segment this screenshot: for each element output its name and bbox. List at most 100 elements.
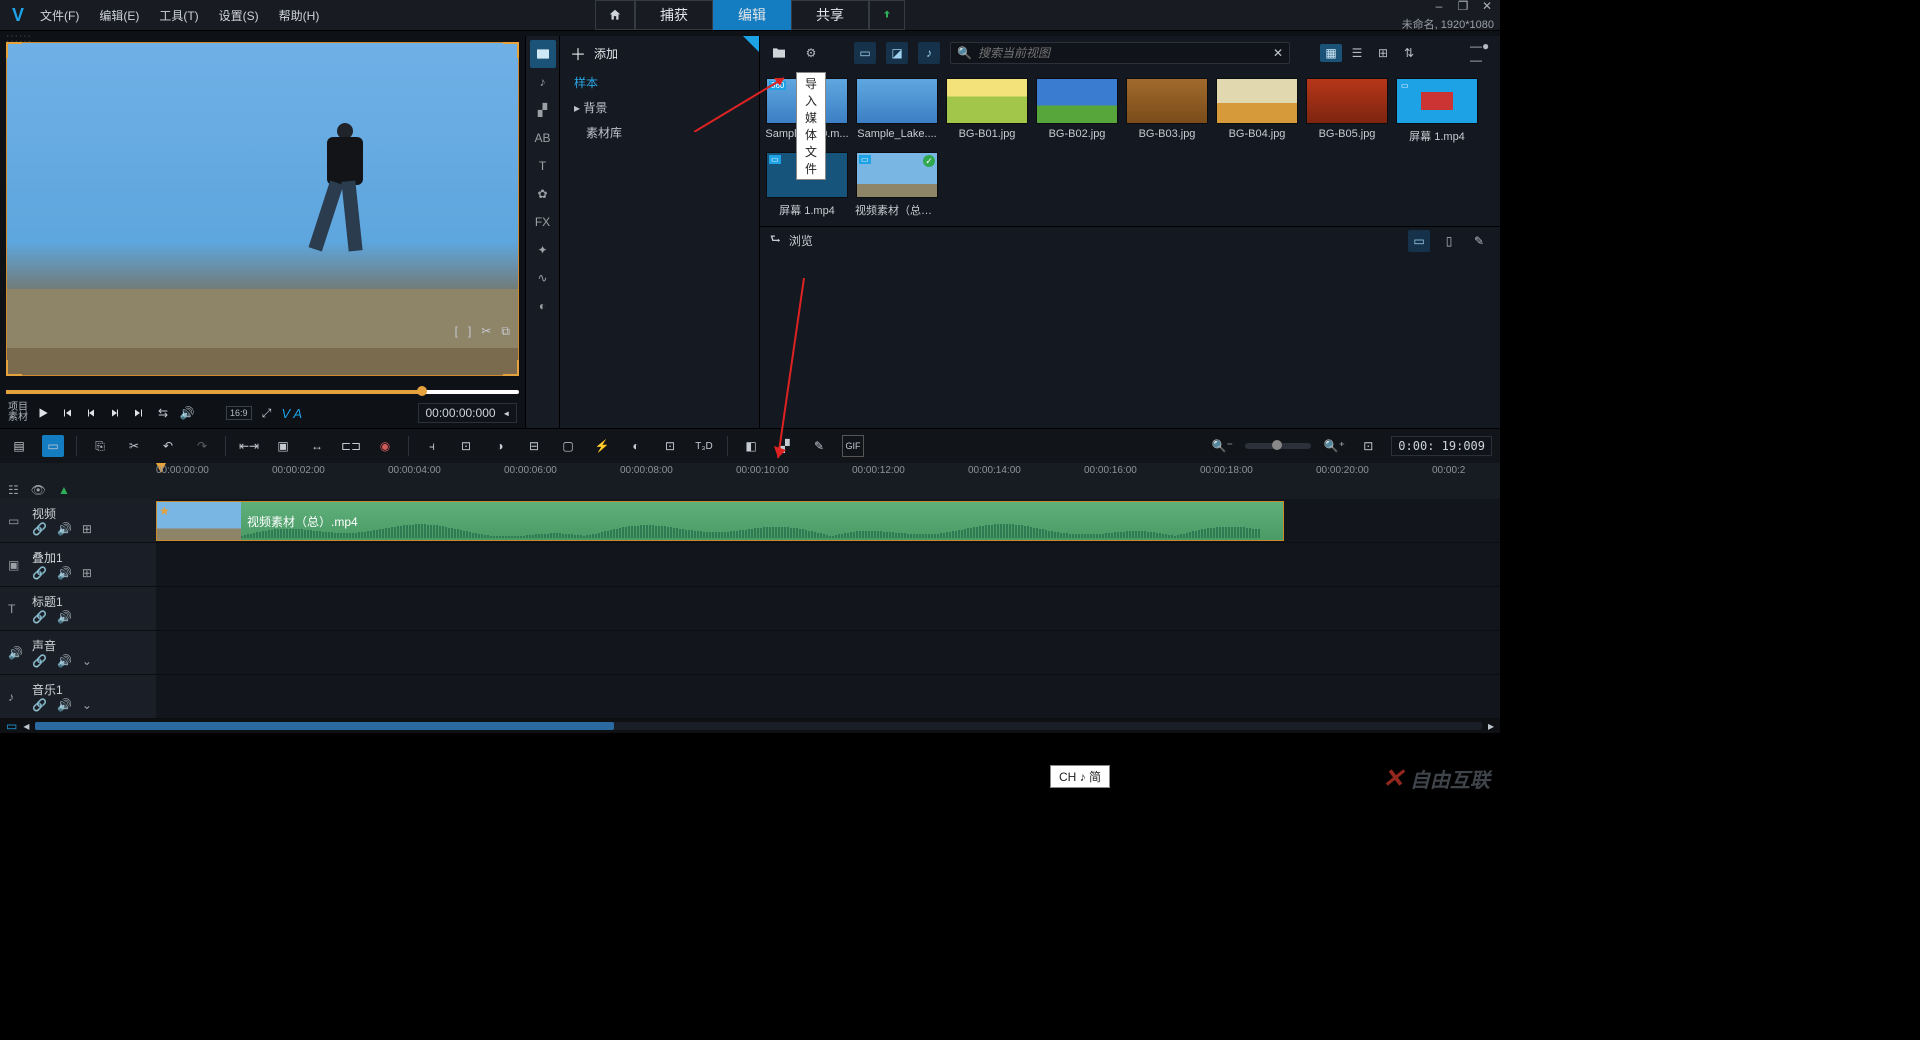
- cat-plugin-icon[interactable]: ✿: [530, 180, 556, 208]
- import-media-button[interactable]: 导入媒体文件: [768, 42, 790, 64]
- pin-icon[interactable]: [743, 36, 759, 52]
- mark-out-icon[interactable]: ]: [468, 324, 471, 339]
- tool-l[interactable]: ▢: [557, 435, 579, 457]
- zoom-slider[interactable]: [1245, 443, 1311, 449]
- scissors-icon[interactable]: ✂: [481, 324, 491, 339]
- tab-edit[interactable]: 编辑: [713, 0, 791, 30]
- tool-i[interactable]: ⊡: [455, 435, 477, 457]
- tool-r[interactable]: ✎: [808, 435, 830, 457]
- view-large-icon[interactable]: ▦: [1320, 44, 1342, 62]
- media-item[interactable]: BG-B05.jpg: [1306, 78, 1388, 144]
- chevron-down-icon[interactable]: ⌄: [82, 698, 92, 712]
- tool-e[interactable]: ↔: [306, 435, 328, 457]
- cat-fx-icon[interactable]: FX: [530, 208, 556, 236]
- tool-g[interactable]: ◉: [374, 435, 396, 457]
- timeline-view-icon[interactable]: ▭: [42, 435, 64, 457]
- step-fwd-button[interactable]: [106, 404, 124, 422]
- link-icon[interactable]: 🔗: [32, 522, 47, 536]
- window-restore[interactable]: ❐: [1456, 0, 1470, 13]
- label-clip[interactable]: 素材: [8, 413, 28, 423]
- tool-m[interactable]: ⚡: [591, 435, 613, 457]
- cat-transition-icon[interactable]: ▞: [530, 96, 556, 124]
- cat-audio-icon[interactable]: ♪: [530, 68, 556, 96]
- tool-j[interactable]: ◑: [489, 435, 511, 457]
- zoom-in-icon[interactable]: 🔍⁺: [1323, 435, 1345, 457]
- tool-k[interactable]: ⊟: [523, 435, 545, 457]
- filter-audio-icon[interactable]: ♪: [918, 42, 940, 64]
- track-content[interactable]: ★ 视频素材（总）.mp4: [156, 499, 1500, 719]
- view-sort-icon[interactable]: ⇅: [1398, 44, 1420, 62]
- redo-icon[interactable]: ↷: [191, 435, 213, 457]
- media-item[interactable]: Sample_Lake....: [856, 78, 938, 144]
- view-list-icon[interactable]: ☰: [1346, 44, 1368, 62]
- tool-f[interactable]: ⊏⊐: [340, 435, 362, 457]
- audio-icon[interactable]: 🔊: [57, 610, 72, 624]
- window-minimize[interactable]: –: [1432, 0, 1446, 13]
- menu-help[interactable]: 帮助(H): [269, 7, 330, 24]
- audio-icon[interactable]: 🔊: [57, 522, 72, 536]
- tool-b[interactable]: ✂: [123, 435, 145, 457]
- va-toggle[interactable]: V A: [282, 406, 302, 421]
- timeline-clip[interactable]: ★ 视频素材（总）.mp4: [156, 501, 1284, 541]
- tree-sample[interactable]: 样本: [560, 70, 759, 95]
- audio-icon[interactable]: 🔊: [57, 654, 72, 668]
- menu-tools[interactable]: 工具(T): [149, 7, 208, 24]
- preview-canvas[interactable]: [ ] ✂ ⧉: [6, 42, 519, 376]
- timeline-timecode[interactable]: 0:00: 19:009: [1391, 436, 1492, 456]
- menu-file[interactable]: 文件(F): [30, 7, 89, 24]
- tool-n[interactable]: ◐: [625, 435, 647, 457]
- library-search[interactable]: 🔍 ✕: [950, 42, 1290, 64]
- tool-p[interactable]: ◧: [740, 435, 762, 457]
- mark-in-icon[interactable]: [: [455, 324, 458, 339]
- loop-button[interactable]: ⇆: [154, 404, 172, 422]
- cat-media-icon[interactable]: [530, 40, 556, 68]
- search-input[interactable]: [978, 46, 1267, 60]
- browse-icon-c[interactable]: ✎: [1468, 230, 1490, 252]
- storyboard-view-icon[interactable]: ▤: [8, 435, 30, 457]
- tool-d[interactable]: ▣: [272, 435, 294, 457]
- audio-icon[interactable]: 🔊: [57, 698, 72, 712]
- media-item[interactable]: BG-B02.jpg: [1036, 78, 1118, 144]
- media-item[interactable]: BG-B03.jpg: [1126, 78, 1208, 144]
- scrub-bar[interactable]: [6, 382, 519, 398]
- cat-path-icon[interactable]: ∿: [530, 264, 556, 292]
- link-icon[interactable]: 🔗: [32, 610, 47, 624]
- chevron-down-icon[interactable]: ⌄: [82, 654, 92, 668]
- aspect-ratio[interactable]: 16:9: [226, 406, 252, 420]
- tree-assets[interactable]: 素材库: [560, 120, 759, 145]
- cat-text-icon[interactable]: T: [530, 152, 556, 180]
- resize-icon[interactable]: ⤢: [258, 404, 276, 422]
- fit-icon[interactable]: ⊡: [1357, 435, 1379, 457]
- media-item[interactable]: BG-B01.jpg: [946, 78, 1028, 144]
- tool-gif[interactable]: GIF: [842, 435, 864, 457]
- play-button[interactable]: [34, 404, 52, 422]
- copy-icon[interactable]: ⧉: [501, 324, 510, 339]
- upload-icon[interactable]: [869, 0, 905, 30]
- menu-edit[interactable]: 编辑(E): [89, 7, 149, 24]
- link-icon[interactable]: 🔗: [32, 654, 47, 668]
- fx-icon[interactable]: ⊞: [82, 566, 92, 580]
- eye-icon[interactable]: 👁: [31, 483, 46, 497]
- filter-video-icon[interactable]: ▭: [854, 42, 876, 64]
- zoom-out-icon[interactable]: 🔍⁻: [1211, 435, 1233, 457]
- tab-share[interactable]: 共享: [791, 0, 869, 30]
- go-end-button[interactable]: [130, 404, 148, 422]
- settings-icon[interactable]: ⚙: [800, 42, 822, 64]
- timeline-scrollbar[interactable]: ▭◂ ▸: [0, 719, 1500, 733]
- media-item[interactable]: ▭✓视频素材（总）....: [856, 152, 938, 218]
- media-item[interactable]: ▭屏幕 1.mp4: [1396, 78, 1478, 144]
- fx-icon[interactable]: ⊞: [82, 522, 92, 536]
- filter-image-icon[interactable]: ◪: [886, 42, 908, 64]
- tool-h[interactable]: ⫞: [421, 435, 443, 457]
- tool-a[interactable]: ⎘: [89, 435, 111, 457]
- step-back-button[interactable]: [82, 404, 100, 422]
- list-icon[interactable]: ☷: [8, 483, 19, 497]
- tool-c[interactable]: ⇤⇥: [238, 435, 260, 457]
- browse-icon-a[interactable]: ▭: [1408, 230, 1430, 252]
- preview-timecode[interactable]: 00:00:00:000 ◂: [418, 403, 517, 423]
- undo-icon[interactable]: ↶: [157, 435, 179, 457]
- add-folder[interactable]: ＋添加: [560, 36, 759, 70]
- track-add-icon[interactable]: ▲: [58, 483, 70, 497]
- link-icon[interactable]: 🔗: [32, 698, 47, 712]
- mute-button[interactable]: 🔊: [178, 404, 196, 422]
